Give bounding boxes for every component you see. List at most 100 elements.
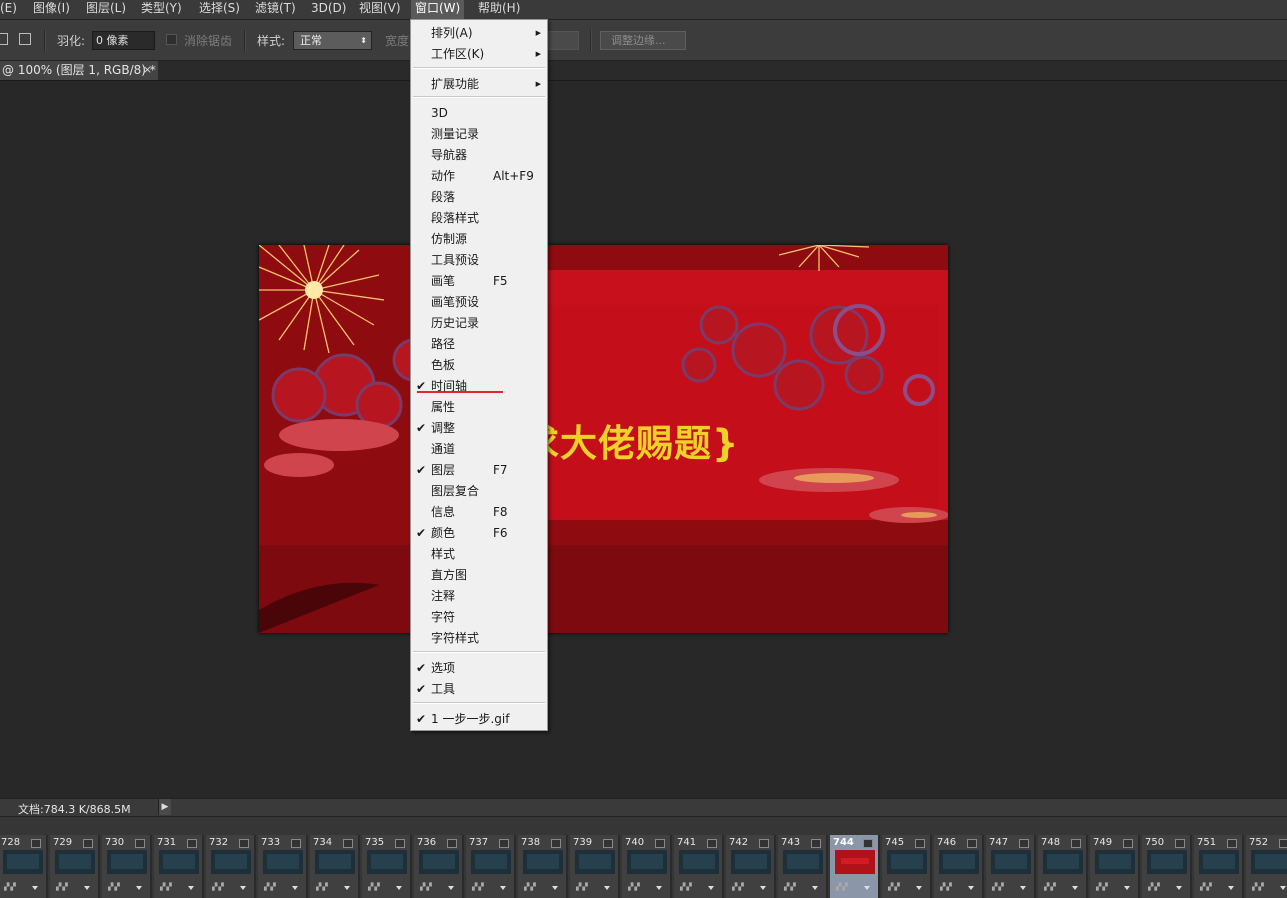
frame-options-arrow-icon[interactable] bbox=[604, 886, 610, 890]
frame-options-arrow-icon[interactable] bbox=[968, 886, 974, 890]
timeline-frame[interactable]: 736 ▞▞ bbox=[414, 835, 464, 898]
frame-delay-icon[interactable]: ▞▞ bbox=[836, 883, 849, 891]
frame-delay-icon[interactable]: ▞▞ bbox=[420, 883, 433, 891]
frame-visibility-icon[interactable] bbox=[187, 839, 197, 848]
menu-select[interactable]: 选择(S) bbox=[195, 0, 244, 19]
timeline-frame[interactable]: 745 ▞▞ bbox=[882, 835, 932, 898]
timeline-frame[interactable]: 737 ▞▞ bbox=[466, 835, 516, 898]
menu-window[interactable]: 窗口(W) bbox=[411, 0, 465, 19]
frame-delay-icon[interactable]: ▞▞ bbox=[628, 883, 641, 891]
frame-options-arrow-icon[interactable] bbox=[552, 886, 558, 890]
frame-options-arrow-icon[interactable] bbox=[656, 886, 662, 890]
frame-visibility-icon[interactable] bbox=[655, 839, 665, 848]
frame-delay-icon[interactable]: ▞▞ bbox=[992, 883, 1005, 891]
frame-visibility-icon[interactable] bbox=[499, 839, 509, 848]
timeline-frame[interactable]: 746 ▞▞ bbox=[934, 835, 984, 898]
close-icon[interactable]: × bbox=[143, 61, 152, 79]
frame-delay-icon[interactable]: ▞▞ bbox=[4, 883, 17, 891]
menu-type[interactable]: 类型(Y) bbox=[137, 0, 186, 19]
timeline-frame[interactable]: 739 ▞▞ bbox=[570, 835, 620, 898]
window-menu-item-measurement-log[interactable]: 测量记录 bbox=[411, 124, 547, 144]
frame-delay-icon[interactable]: ▞▞ bbox=[108, 883, 121, 891]
frame-options-arrow-icon[interactable] bbox=[1020, 886, 1026, 890]
selection-mode-new-icon[interactable] bbox=[0, 33, 8, 45]
frame-visibility-icon[interactable] bbox=[343, 839, 353, 848]
frame-visibility-icon[interactable] bbox=[551, 839, 561, 848]
frame-visibility-icon[interactable] bbox=[1019, 839, 1029, 848]
frame-delay-icon[interactable]: ▞▞ bbox=[316, 883, 329, 891]
frame-options-arrow-icon[interactable] bbox=[916, 886, 922, 890]
window-menu-item-arrange[interactable]: 排列(A) ▶ bbox=[411, 23, 547, 43]
menu-edit[interactable]: (E) bbox=[0, 0, 21, 19]
frame-visibility-icon[interactable] bbox=[603, 839, 613, 848]
frame-options-arrow-icon[interactable] bbox=[84, 886, 90, 890]
frame-visibility-icon[interactable] bbox=[135, 839, 145, 848]
frame-visibility-icon[interactable] bbox=[1071, 839, 1081, 848]
frame-visibility-icon[interactable] bbox=[915, 839, 925, 848]
window-menu-item-3d[interactable]: 3D bbox=[411, 103, 547, 123]
menu-3d[interactable]: 3D(D) bbox=[307, 0, 350, 19]
document-canvas[interactable]: 求大佬赐题} bbox=[259, 245, 948, 633]
window-menu-item-notes[interactable]: 注释 bbox=[411, 586, 547, 606]
window-menu-item-tool-presets[interactable]: 工具预设 bbox=[411, 250, 547, 270]
frame-delay-icon[interactable]: ▞▞ bbox=[732, 883, 745, 891]
timeline-frame[interactable]: 744 ▞▞ bbox=[830, 835, 880, 898]
menu-filter[interactable]: 滤镜(T) bbox=[251, 0, 300, 19]
frame-visibility-icon[interactable] bbox=[863, 839, 873, 848]
window-menu-item-clone-source[interactable]: 仿制源 bbox=[411, 229, 547, 249]
window-menu-item-histogram[interactable]: 直方图 bbox=[411, 565, 547, 585]
window-menu-item-brush[interactable]: 画笔 F5 bbox=[411, 271, 547, 291]
timeline-frame[interactable]: 750 ▞▞ bbox=[1142, 835, 1192, 898]
frame-delay-icon[interactable]: ▞▞ bbox=[680, 883, 693, 891]
frame-visibility-icon[interactable] bbox=[239, 839, 249, 848]
frame-options-arrow-icon[interactable] bbox=[292, 886, 298, 890]
timeline-frame[interactable]: 735 ▞▞ bbox=[362, 835, 412, 898]
frame-visibility-icon[interactable] bbox=[1279, 839, 1287, 848]
frame-options-arrow-icon[interactable] bbox=[32, 886, 38, 890]
frame-options-arrow-icon[interactable] bbox=[1176, 886, 1182, 890]
window-menu-item-character[interactable]: 字符 bbox=[411, 607, 547, 627]
frame-delay-icon[interactable]: ▞▞ bbox=[940, 883, 953, 891]
frame-delay-icon[interactable]: ▞▞ bbox=[368, 883, 381, 891]
timeline-frame[interactable]: 743 ▞▞ bbox=[778, 835, 828, 898]
frame-options-arrow-icon[interactable] bbox=[448, 886, 454, 890]
window-menu-item-swatches[interactable]: 色板 bbox=[411, 355, 547, 375]
menu-help[interactable]: 帮助(H) bbox=[474, 0, 524, 19]
timeline-frame[interactable]: 741 ▞▞ bbox=[674, 835, 724, 898]
frame-visibility-icon[interactable] bbox=[967, 839, 977, 848]
frame-options-arrow-icon[interactable] bbox=[188, 886, 194, 890]
window-menu-item-options[interactable]: ✔ 选项 bbox=[411, 658, 547, 678]
frame-delay-icon[interactable]: ▞▞ bbox=[1200, 883, 1213, 891]
style-select[interactable]: 正常 ⬍ bbox=[293, 31, 372, 50]
window-menu-item-navigator[interactable]: 导航器 bbox=[411, 145, 547, 165]
window-menu-item-info[interactable]: 信息 F8 bbox=[411, 502, 547, 522]
feather-input[interactable]: 0 像素 bbox=[92, 31, 155, 50]
frame-delay-icon[interactable]: ▞▞ bbox=[1096, 883, 1109, 891]
frame-visibility-icon[interactable] bbox=[1123, 839, 1133, 848]
status-menu-arrow-icon[interactable]: ▶ bbox=[158, 799, 171, 815]
window-menu-item-document-gif[interactable]: ✔ 1 一步一步.gif bbox=[411, 709, 547, 729]
window-menu-item-adjustments[interactable]: ✔ 调整 bbox=[411, 418, 547, 438]
height-input[interactable] bbox=[548, 31, 579, 50]
frame-delay-icon[interactable]: ▞▞ bbox=[56, 883, 69, 891]
frame-options-arrow-icon[interactable] bbox=[136, 886, 142, 890]
window-menu-item-actions[interactable]: 动作 Alt+F9 bbox=[411, 166, 547, 186]
frame-visibility-icon[interactable] bbox=[1175, 839, 1185, 848]
document-tab[interactable]: @ 100% (图层 1, RGB/8) * × bbox=[0, 61, 158, 80]
frame-visibility-icon[interactable] bbox=[811, 839, 821, 848]
timeline-frame[interactable]: 747 ▞▞ bbox=[986, 835, 1036, 898]
window-menu-item-workspace[interactable]: 工作区(K) ▶ bbox=[411, 44, 547, 64]
window-menu-item-properties[interactable]: 属性 bbox=[411, 397, 547, 417]
frame-delay-icon[interactable]: ▞▞ bbox=[472, 883, 485, 891]
frame-options-arrow-icon[interactable] bbox=[344, 886, 350, 890]
frame-delay-icon[interactable]: ▞▞ bbox=[524, 883, 537, 891]
frame-options-arrow-icon[interactable] bbox=[1124, 886, 1130, 890]
menu-layer[interactable]: 图层(L) bbox=[82, 0, 130, 19]
frame-delay-icon[interactable]: ▞▞ bbox=[784, 883, 797, 891]
window-menu-item-layers[interactable]: ✔ 图层 F7 bbox=[411, 460, 547, 480]
frame-delay-icon[interactable]: ▞▞ bbox=[576, 883, 589, 891]
frame-visibility-icon[interactable] bbox=[291, 839, 301, 848]
frame-delay-icon[interactable]: ▞▞ bbox=[888, 883, 901, 891]
refine-edge-button[interactable]: 调整边缘... bbox=[600, 31, 686, 50]
window-menu-item-styles[interactable]: 样式 bbox=[411, 544, 547, 564]
